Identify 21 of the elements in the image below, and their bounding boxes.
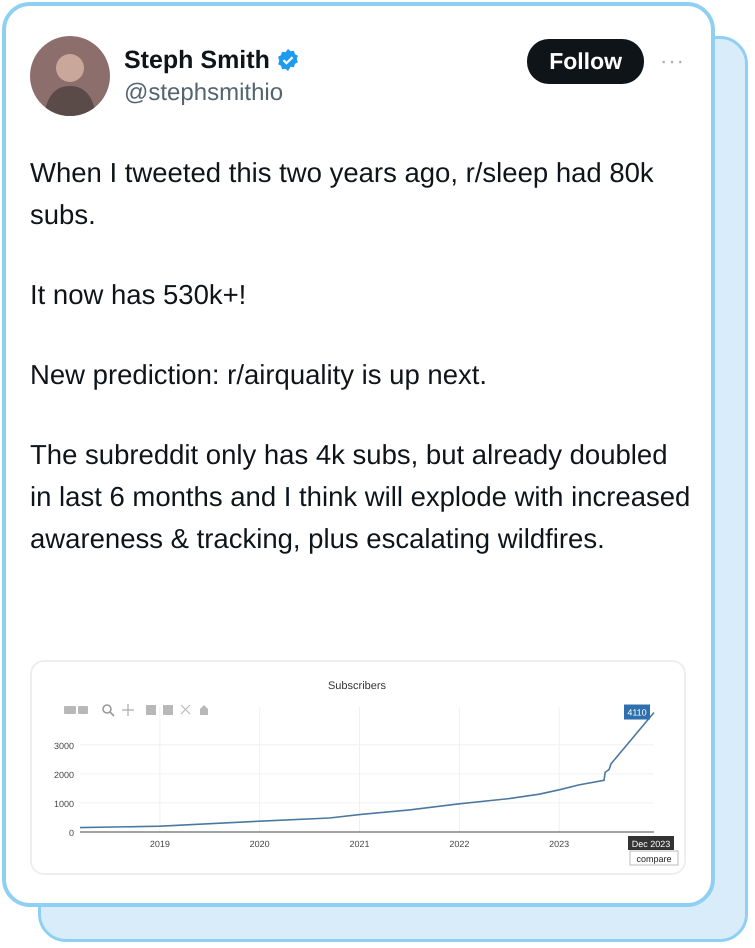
x-tick-label: 2019 bbox=[150, 839, 170, 849]
author-handle[interactable]: @stephsmithio bbox=[124, 78, 514, 106]
tweet-text: The subreddit only has 4k subs, but already doubled in last 6 months and I think will explode with increased awareness & tracking, plus escalating wildfires. bbox=[30, 438, 692, 556]
x-tick-label: 2023 bbox=[549, 839, 570, 849]
annotation: 4110 bbox=[627, 708, 647, 718]
tweet-text: It now has 530k+! bbox=[30, 278, 248, 312]
x-tick-label: 2020 bbox=[250, 839, 270, 849]
y-tick-label: 3000 bbox=[54, 740, 74, 751]
x-tick-label: 2021 bbox=[350, 839, 370, 849]
tweet-text: When I tweeted this two years ago, r/sleep had 80k subs. bbox=[30, 156, 655, 232]
x-tick-label: 2022 bbox=[449, 839, 470, 849]
y-tick-label: 2000 bbox=[54, 770, 74, 780]
y-tick-label: 0 bbox=[68, 828, 74, 838]
tweet-text: New prediction: r/airquality is up next. bbox=[30, 358, 488, 392]
compare-label[interactable]: compare bbox=[630, 850, 678, 866]
author-name[interactable]: Steph Smith bbox=[124, 46, 270, 74]
value-label: 4110 bbox=[624, 704, 650, 720]
chart-title: Subscribers bbox=[328, 680, 386, 692]
y-tick-label: 1000 bbox=[54, 798, 74, 809]
hover-date-label: Dec 2023 bbox=[628, 836, 674, 850]
follow-button[interactable]: Follow bbox=[527, 38, 644, 84]
